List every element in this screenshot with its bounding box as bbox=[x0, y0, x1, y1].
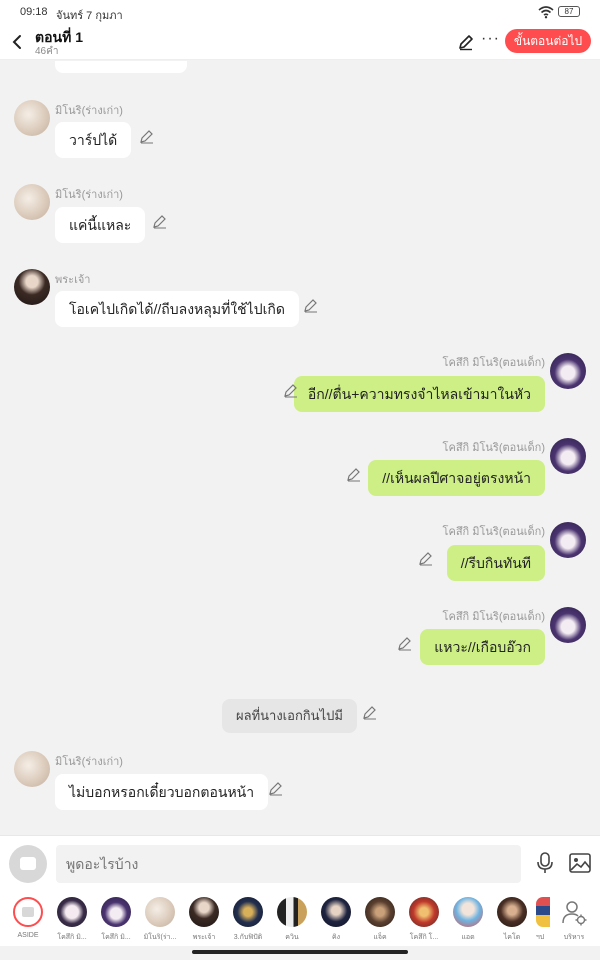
message-bubble[interactable]: อีก//ตื่น+ความทรงจำไหลเข้ามาในหัว bbox=[293, 376, 545, 412]
avatar bbox=[365, 897, 395, 927]
edit-message-icon[interactable] bbox=[303, 297, 319, 313]
character-label: ควิน bbox=[285, 934, 299, 941]
avatar[interactable] bbox=[14, 100, 50, 136]
character-label: 3.กับฟิปัติ bbox=[233, 934, 263, 941]
edit-message-icon[interactable] bbox=[362, 704, 378, 720]
character-selector: ASIDE โคสึกิ มิ... โคสึกิ มิ... มิโนริ(ร… bbox=[0, 891, 600, 946]
message-input[interactable] bbox=[56, 845, 521, 883]
message-bubble[interactable]: โอเคไปเกิดได้//ถีบลงหลุมที่ใช้ไปเกิด bbox=[55, 291, 299, 327]
character-label: แจ็ค bbox=[373, 934, 387, 941]
message-bubble[interactable]: แค่นี้แหละ bbox=[55, 207, 146, 243]
character-label: ไคโด bbox=[503, 934, 521, 941]
character-item[interactable]: โคสึกิ โ... bbox=[402, 897, 446, 943]
avatar bbox=[277, 897, 307, 927]
edit-message-icon[interactable] bbox=[397, 635, 413, 651]
aside-icon bbox=[13, 897, 43, 927]
character-item[interactable]: พระเจ้า bbox=[182, 897, 226, 943]
avatar[interactable] bbox=[14, 269, 50, 305]
word-count: 46คำ bbox=[35, 46, 59, 57]
avatar[interactable] bbox=[550, 607, 586, 643]
avatar bbox=[409, 897, 439, 927]
speaker-name: มิโนริ(ร่างเก่า) bbox=[55, 756, 123, 768]
character-item[interactable]: ควิน bbox=[270, 897, 314, 943]
avatar bbox=[233, 897, 263, 927]
speaker-name: โคสึกิ มิโนริ(ตอนเด็ก) bbox=[442, 526, 545, 538]
edit-message-icon[interactable] bbox=[139, 128, 155, 144]
character-label: บริหาร bbox=[563, 934, 585, 941]
character-item[interactable]: แจ็ค bbox=[358, 897, 402, 943]
message-bubble-cutoff[interactable] bbox=[55, 61, 187, 73]
character-label: มิโนริ(ร่า... bbox=[143, 934, 177, 941]
character-label: พระเจ้า bbox=[192, 934, 216, 941]
image-icon[interactable] bbox=[569, 853, 591, 873]
speaker-name: โคสึกิ มิโนริ(ตอนเด็ก) bbox=[442, 611, 545, 623]
character-label: ฯป bbox=[535, 934, 545, 941]
avatar bbox=[57, 897, 87, 927]
message-bubble[interactable]: //เห็นผลปีศาจอยู่ตรงหน้า bbox=[368, 460, 545, 496]
aside-icon bbox=[20, 857, 36, 870]
manage-characters-icon bbox=[562, 901, 587, 926]
message-bubble[interactable]: วาร์ปได้ bbox=[55, 122, 132, 158]
more-options-icon[interactable]: ··· bbox=[481, 30, 500, 48]
speaker-name: พระเจ้า bbox=[55, 274, 91, 286]
avatar[interactable] bbox=[550, 438, 586, 474]
character-item[interactable]: ไคโด bbox=[490, 897, 534, 943]
narration-bubble[interactable]: ผลที่นางเอกกินไปมี bbox=[222, 699, 357, 733]
character-label: โคสึกิ โ... bbox=[409, 934, 439, 941]
battery-icon: 87 bbox=[558, 6, 580, 17]
avatar bbox=[536, 897, 550, 927]
back-icon[interactable] bbox=[8, 32, 28, 52]
speaker-name: มิโนริ(ร่างเก่า) bbox=[55, 189, 123, 201]
character-item[interactable]: คิง bbox=[314, 897, 358, 943]
avatar[interactable] bbox=[550, 353, 586, 389]
next-step-button[interactable]: ขั้นตอนต่อไป bbox=[505, 29, 591, 53]
edit-icon[interactable] bbox=[457, 33, 475, 51]
aside-toggle-button[interactable] bbox=[9, 845, 47, 883]
character-item[interactable]: ฯป bbox=[530, 897, 550, 943]
character-item[interactable]: โคสึกิ มิ... bbox=[50, 897, 94, 943]
avatar[interactable] bbox=[14, 184, 50, 220]
avatar bbox=[145, 897, 175, 927]
character-item[interactable]: มิโนริ(ร่า... bbox=[138, 897, 182, 943]
manage-characters-button[interactable]: บริหาร bbox=[552, 897, 596, 943]
status-date: จันทร์ 7 กุมภา bbox=[56, 10, 123, 22]
edit-message-icon[interactable] bbox=[346, 466, 362, 482]
home-indicator[interactable] bbox=[192, 950, 408, 954]
character-label: โคสึกิ มิ... bbox=[101, 934, 131, 941]
edit-message-icon[interactable] bbox=[283, 382, 299, 398]
message-bubble[interactable]: //รีบกินทันที bbox=[446, 545, 545, 581]
avatar bbox=[321, 897, 351, 927]
character-item[interactable]: 3.กับฟิปัติ bbox=[226, 897, 270, 943]
speaker-name: โคสึกิ มิโนริ(ตอนเด็ก) bbox=[442, 357, 545, 369]
avatar bbox=[101, 897, 131, 927]
status-bar: 09:18 จันทร์ 7 กุมภา 87 bbox=[0, 0, 600, 24]
avatar bbox=[189, 897, 219, 927]
edit-message-icon[interactable] bbox=[268, 780, 284, 796]
message-bubble[interactable]: แหวะ//เกือบอ๊วก bbox=[420, 629, 545, 665]
message-bubble[interactable]: ไม่บอกหรอกเดี๋ยวบอกตอนหน้า bbox=[55, 774, 269, 810]
edit-message-icon[interactable] bbox=[418, 550, 434, 566]
speaker-name: โคสึกิ มิโนริ(ตอนเด็ก) bbox=[442, 442, 545, 454]
character-label: แอด bbox=[461, 934, 475, 941]
wifi-icon bbox=[538, 6, 554, 19]
avatar[interactable] bbox=[550, 522, 586, 558]
character-label: คิง bbox=[331, 934, 341, 941]
episode-header: ตอนที่ 1 46คำ ··· ขั้นตอนต่อไป bbox=[0, 24, 600, 60]
character-label: ASIDE bbox=[17, 932, 39, 939]
avatar bbox=[497, 897, 527, 927]
character-item[interactable]: โคสึกิ มิ... bbox=[94, 897, 138, 943]
avatar bbox=[453, 897, 483, 927]
character-label: โคสึกิ มิ... bbox=[57, 934, 87, 941]
status-time: 09:18 bbox=[20, 6, 48, 18]
avatar[interactable] bbox=[14, 751, 50, 787]
character-aside[interactable]: ASIDE bbox=[6, 897, 50, 939]
microphone-icon[interactable] bbox=[535, 852, 555, 874]
character-item[interactable]: แอด bbox=[446, 897, 490, 943]
composer-bar bbox=[0, 835, 600, 891]
edit-message-icon[interactable] bbox=[152, 213, 168, 229]
chat-area[interactable]: มิโนริ(ร่างเก่า) วาร์ปได้ มิโนริ(ร่างเก่… bbox=[0, 61, 600, 835]
speaker-name: มิโนริ(ร่างเก่า) bbox=[55, 105, 123, 117]
